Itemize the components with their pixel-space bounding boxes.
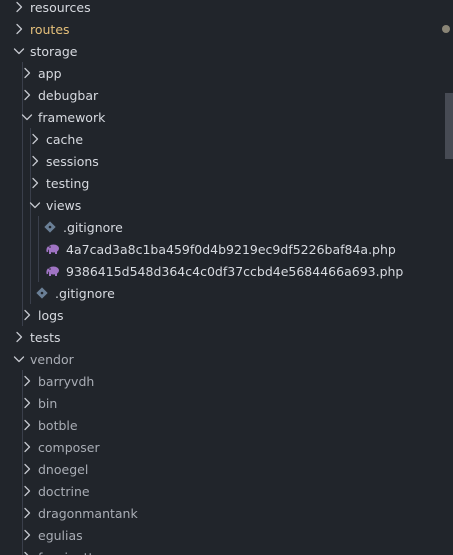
tree-folder[interactable]: vendor (0, 348, 453, 370)
tree-item-label: 4a7cad3a8c1ba459f0d4b9219ec9df5226baf84a… (66, 241, 396, 257)
tree-item-label: doctrine (38, 483, 90, 499)
tree-item-label: vendor (30, 351, 74, 367)
tree-folder[interactable]: sessions (0, 150, 453, 172)
tree-folder[interactable]: routes (0, 18, 453, 40)
chevron-down-icon[interactable] (27, 197, 43, 213)
chevron-right-icon[interactable] (19, 527, 35, 543)
tree-file[interactable]: .gitignore (0, 282, 453, 304)
modified-indicator (442, 25, 450, 33)
tree-item-label: egulias (38, 527, 83, 543)
tree-folder[interactable]: testing (0, 172, 453, 194)
chevron-down-icon[interactable] (11, 43, 27, 59)
tree-item-label: testing (46, 175, 90, 191)
tree-folder[interactable]: tests (0, 326, 453, 348)
tree-item-label: views (46, 197, 82, 213)
tree-folder[interactable]: bin (0, 392, 453, 414)
chevron-right-icon[interactable] (19, 483, 35, 499)
chevron-down-icon[interactable] (11, 351, 27, 367)
chevron-right-icon[interactable] (19, 417, 35, 433)
tree-folder[interactable]: framework (0, 106, 453, 128)
tree-item-label: .gitignore (55, 285, 115, 301)
tree-folder[interactable]: composer (0, 436, 453, 458)
tree-folder[interactable]: app (0, 62, 453, 84)
tree-file[interactable]: 9386415d548d364c4c0df37ccbd4e5684466a693… (0, 260, 453, 282)
chevron-right-icon[interactable] (27, 153, 43, 169)
chevron-right-icon[interactable] (19, 65, 35, 81)
tree-item-label: app (38, 65, 62, 81)
tree-folder[interactable]: doctrine (0, 480, 453, 502)
tree-folder[interactable]: dnoegel (0, 458, 453, 480)
tree-item-label: tests (30, 329, 61, 345)
tree-folder[interactable]: dragonmantank (0, 502, 453, 524)
chevron-right-icon[interactable] (19, 395, 35, 411)
tree-item-label: debugbar (38, 87, 99, 103)
chevron-right-icon[interactable] (27, 131, 43, 147)
chevron-down-icon[interactable] (19, 109, 35, 125)
file-explorer-tree: resources routes storage app debugbar framewo… (0, 0, 453, 555)
chevron-right-icon[interactable] (19, 439, 35, 455)
tree-item-label: dnoegel (38, 461, 89, 477)
git-file-icon (35, 286, 49, 300)
tree-item-label: logs (38, 307, 64, 323)
chevron-right-icon[interactable] (19, 505, 35, 521)
chevron-right-icon[interactable] (19, 461, 35, 477)
tree-item-label: storage (30, 43, 78, 59)
git-file-icon (43, 220, 57, 234)
tree-folder[interactable]: egulias (0, 524, 453, 546)
scrollbar-thumb[interactable] (445, 93, 453, 159)
tree-item-label: composer (38, 439, 100, 455)
tree-folder[interactable]: logs (0, 304, 453, 326)
tree-folder[interactable]: fzaninotto (0, 546, 453, 555)
tree-folder[interactable]: debugbar (0, 84, 453, 106)
chevron-right-icon[interactable] (11, 0, 27, 15)
tree-folder[interactable]: cache (0, 128, 453, 150)
tree-folder[interactable]: resources (0, 0, 453, 18)
php-elephant-icon (46, 264, 60, 278)
tree-folder[interactable]: barryvdh (0, 370, 453, 392)
chevron-right-icon[interactable] (19, 373, 35, 389)
tree-item-label: routes (30, 21, 70, 37)
chevron-right-icon[interactable] (11, 329, 27, 345)
tree-item-label: botble (38, 417, 78, 433)
chevron-right-icon[interactable] (27, 175, 43, 191)
tree-folder[interactable]: views (0, 194, 453, 216)
php-elephant-icon (46, 242, 60, 256)
tree-folder[interactable]: storage (0, 40, 453, 62)
tree-item-label: .gitignore (63, 219, 123, 235)
chevron-right-icon[interactable] (11, 21, 27, 37)
tree-item-label: framework (38, 109, 106, 125)
chevron-right-icon[interactable] (19, 87, 35, 103)
tree-file[interactable]: 4a7cad3a8c1ba459f0d4b9219ec9df5226baf84a… (0, 238, 453, 260)
tree-folder[interactable]: botble (0, 414, 453, 436)
chevron-right-icon[interactable] (19, 307, 35, 323)
tree-item-label: resources (30, 0, 91, 15)
chevron-right-icon[interactable] (19, 549, 35, 555)
tree-item-label: bin (38, 395, 58, 411)
tree-item-label: cache (46, 131, 84, 147)
tree-item-label: dragonmantank (38, 505, 138, 521)
tree-item-label: 9386415d548d364c4c0df37ccbd4e5684466a693… (66, 263, 404, 279)
tree-item-label: fzaninotto (38, 550, 101, 555)
tree-item-label: sessions (46, 153, 99, 169)
tree-file[interactable]: .gitignore (0, 216, 453, 238)
tree-item-label: barryvdh (38, 373, 95, 389)
